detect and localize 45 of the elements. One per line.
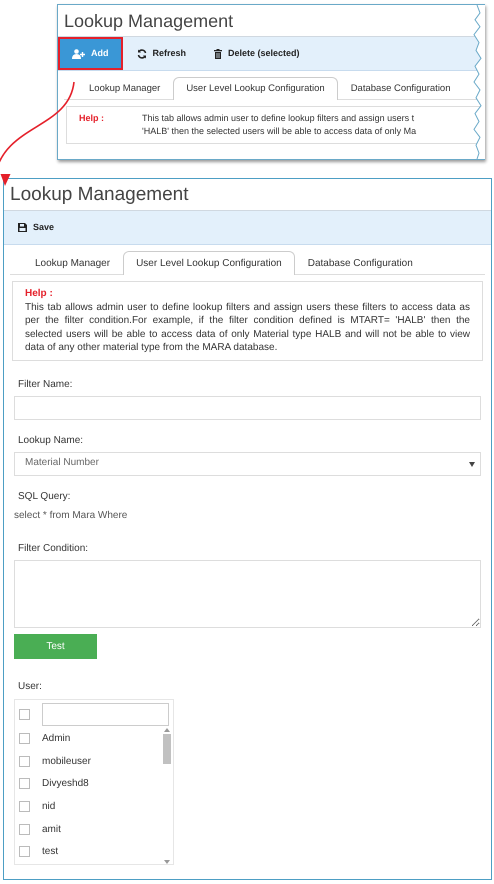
field-label: Filter Name:	[18, 378, 74, 392]
checkbox[interactable]	[19, 846, 30, 858]
help-label: Help :	[25, 287, 54, 300]
tab[interactable]: Lookup Manager	[22, 251, 124, 275]
user-name: Divyeshd8	[42, 777, 89, 792]
sql-query-text: select * from Mara Where	[14, 508, 128, 522]
filter-name-field[interactable]	[14, 396, 481, 420]
tab[interactable]: User Level Lookup Configuration	[123, 251, 295, 275]
delete-button[interactable]: Delete (selected)	[200, 37, 314, 70]
scrollbar-thumb[interactable]	[163, 734, 171, 764]
user-name: test	[42, 845, 58, 860]
scroll-up-icon[interactable]	[164, 728, 170, 732]
save-button[interactable]: Save	[4, 211, 68, 244]
user-name: amit	[42, 822, 61, 837]
checkbox[interactable]	[19, 733, 30, 744]
help-text: This tab allows admin user to define lookup filters and assign users these filters to access data as per the filter condition.For example, if the filter condition defined is MTART= 'HALB' then the selected users will be able to access data of only Material type HALB and will not be able to view data of any other material type from the MARA database.	[25, 300, 470, 354]
tab[interactable]: Database Configuration	[338, 77, 464, 100]
checkbox[interactable]	[19, 756, 30, 767]
refresh-button[interactable]: Refresh	[122, 37, 200, 70]
tab[interactable]: Database Configuration	[294, 251, 426, 275]
checkbox[interactable]	[19, 801, 30, 812]
checkbox[interactable]	[19, 824, 30, 835]
field-label: SQL Query:	[18, 490, 72, 504]
help-text: This tab allows admin user to define lookup filters and assign users t	[142, 112, 416, 126]
select-all-checkbox[interactable]	[19, 708, 30, 720]
refresh-icon	[136, 48, 146, 58]
user-name: Admin	[42, 732, 70, 746]
field-label: Lookup Name:	[18, 434, 84, 448]
scroll-down-icon[interactable]	[164, 860, 170, 864]
field-label: User:	[18, 680, 43, 694]
user-name: mobileuser	[42, 754, 91, 769]
help-text: 'HALB' then the selected users will be able to access data of only Ma	[142, 125, 416, 138]
lookup-name-dropdown[interactable]: Material Number	[14, 452, 481, 476]
save-icon	[18, 223, 27, 232]
tab[interactable]: Lookup Manager	[76, 77, 174, 100]
caret-icon	[469, 462, 475, 466]
user-name: nid	[42, 800, 56, 814]
checkbox[interactable]	[19, 778, 30, 790]
user-search-field[interactable]	[42, 702, 169, 726]
help-label: Help :	[79, 112, 104, 126]
field-label: Filter Condition:	[18, 542, 90, 556]
add-user-icon	[72, 48, 85, 58]
trash-icon	[214, 48, 222, 58]
tab[interactable]: User Level Lookup Configuration	[173, 77, 338, 100]
filter-condition-field[interactable]	[14, 560, 481, 628]
